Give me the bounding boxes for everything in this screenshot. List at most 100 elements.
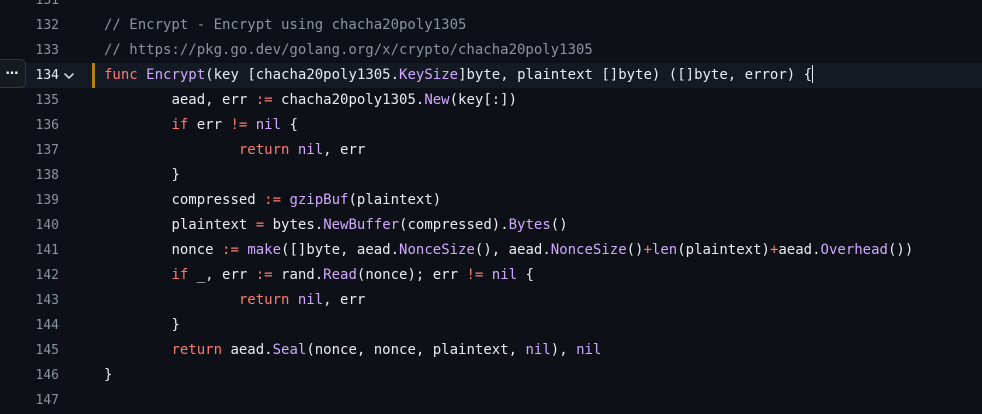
code-text: aead, err := chacha20poly1305.New(key[:]… xyxy=(104,88,517,113)
line-number[interactable]: 136 xyxy=(0,113,59,138)
code-line-133[interactable]: 133// https://pkg.go.dev/golang.org/x/cr… xyxy=(0,38,982,63)
code-token: != xyxy=(466,267,484,283)
code-token: { xyxy=(517,267,534,283)
code-token: (key [chacha20poly1305. xyxy=(205,67,400,83)
code-token: plaintext xyxy=(104,217,256,233)
line-number[interactable]: 142 xyxy=(0,263,59,288)
code-text: compressed := gzipBuf(plaintext) xyxy=(104,188,441,213)
code-line-147[interactable]: 147 xyxy=(0,388,982,413)
code-text: func Encrypt(key [chacha20poly1305.KeySi… xyxy=(104,63,814,88)
line-number[interactable]: 141 xyxy=(0,238,59,263)
code-token: len xyxy=(651,242,678,258)
code-token: () xyxy=(550,217,568,233)
line-number[interactable]: 135 xyxy=(0,88,59,113)
line-number[interactable]: 137 xyxy=(0,138,59,163)
code-token: aead, err xyxy=(104,92,256,108)
code-line-140[interactable]: 140 plaintext = bytes.NewBuffer(compress… xyxy=(0,213,982,238)
code-token: nil xyxy=(576,342,602,358)
code-line-136[interactable]: 136 if err != nil { xyxy=(0,113,982,138)
code-text: } xyxy=(104,313,180,338)
code-token: chacha20poly1305. xyxy=(272,92,425,108)
code-token: := xyxy=(222,242,239,258)
code-token: compressed xyxy=(104,192,265,208)
code-text: if err != nil { xyxy=(104,113,298,138)
code-token: := xyxy=(255,92,273,108)
code-line-134[interactable]: 134 func Encrypt(key [chacha20poly1305.Ke… xyxy=(0,63,982,88)
code-token: // https://pkg.go.dev/golang.org/x/crypt… xyxy=(104,42,593,58)
code-line-135[interactable]: 135 aead, err := chacha20poly1305.New(ke… xyxy=(0,88,982,113)
code-token: nonce xyxy=(104,242,223,258)
code-token: (), aead. xyxy=(474,242,551,258)
code-token: (plaintext) xyxy=(348,192,442,208)
code-line-131[interactable]: 131 xyxy=(0,0,982,13)
code-token: Overhead xyxy=(820,242,888,258)
code-token: if xyxy=(104,267,189,283)
code-token: // Encrypt - Encrypt using chacha20poly1… xyxy=(104,17,467,33)
code-text: } xyxy=(104,363,112,388)
line-number[interactable]: 145 xyxy=(0,338,59,363)
more-options-button[interactable]: … xyxy=(0,59,26,88)
code-line-146[interactable]: 146} xyxy=(0,363,982,388)
line-number[interactable]: 143 xyxy=(0,288,59,313)
code-token: aead. xyxy=(778,242,821,258)
code-token: != xyxy=(230,117,248,133)
code-token: = xyxy=(255,217,265,233)
code-token: ([]byte, aead. xyxy=(281,242,400,258)
code-token: nil xyxy=(525,342,551,358)
code-token: { xyxy=(281,117,298,133)
line-number[interactable]: 139 xyxy=(0,188,59,213)
code-token: NonceSize xyxy=(399,242,475,258)
code-line-145[interactable]: 145 return aead.Seal(nonce, nonce, plain… xyxy=(0,338,982,363)
line-number[interactable]: 131 xyxy=(0,0,59,13)
code-token: Seal xyxy=(272,342,307,358)
line-number[interactable]: 146 xyxy=(0,363,59,388)
code-line-143[interactable]: 143 return nil, err xyxy=(0,288,982,313)
code-token: aead. xyxy=(222,342,273,358)
code-token: rand. xyxy=(272,267,324,283)
code-token: NonceSize xyxy=(550,242,627,258)
code-token: ()) xyxy=(887,242,914,258)
code-token: gzipBuf xyxy=(289,192,349,208)
code-token: } xyxy=(104,317,180,333)
code-token: Read xyxy=(323,267,357,283)
line-number[interactable]: 138 xyxy=(0,163,59,188)
code-line-132[interactable]: 132 // Encrypt - Encrypt using chacha20po… xyxy=(0,13,982,38)
line-number[interactable]: 144 xyxy=(0,313,59,338)
code-token: (key[:]) xyxy=(449,92,518,108)
code-line-137[interactable]: 137 return nil, err xyxy=(0,138,982,163)
code-line-141[interactable]: 141 nonce := make([]byte, aead.NonceSize… xyxy=(0,238,982,263)
code-token: ]byte, plaintext []byte) ([]byte, error)… xyxy=(458,67,813,83)
code-token: nil xyxy=(297,142,324,158)
code-token: nil xyxy=(491,267,518,283)
code-line-142[interactable]: 142 if _, err := rand.Read(nonce); err !… xyxy=(0,263,982,288)
code-token: () xyxy=(626,242,644,258)
code-line-144[interactable]: 144 } xyxy=(0,313,982,338)
code-token: return xyxy=(104,292,290,308)
code-line-139[interactable]: 139 compressed := gzipBuf(plaintext) xyxy=(0,188,982,213)
active-line-indicator xyxy=(92,63,95,88)
code-token: } xyxy=(104,167,180,183)
code-token: } xyxy=(104,367,113,383)
code-token: NewBuffer xyxy=(323,217,400,233)
line-number[interactable]: 147 xyxy=(0,388,59,413)
code-token: nil xyxy=(255,117,282,133)
code-line-138[interactable]: 138 } xyxy=(0,163,982,188)
text-cursor xyxy=(812,65,814,83)
code-text: return aead.Seal(nonce, nonce, plaintext… xyxy=(104,338,601,363)
code-token: func xyxy=(104,67,147,83)
line-number[interactable]: 140 xyxy=(0,213,59,238)
chevron-down-icon[interactable] xyxy=(62,69,76,83)
code-token: (compressed). xyxy=(399,217,509,233)
code-token: (nonce, nonce, plaintext, xyxy=(306,342,526,358)
code-token: _, err xyxy=(188,267,256,283)
code-token: := xyxy=(255,267,273,283)
code-text: } xyxy=(104,163,180,188)
code-token: (nonce); err xyxy=(356,267,467,283)
line-number[interactable]: 132 xyxy=(0,13,59,38)
code-viewer: 131 132 // Encrypt - Encrypt using chacha2… xyxy=(0,0,982,414)
code-token: := xyxy=(264,192,282,208)
